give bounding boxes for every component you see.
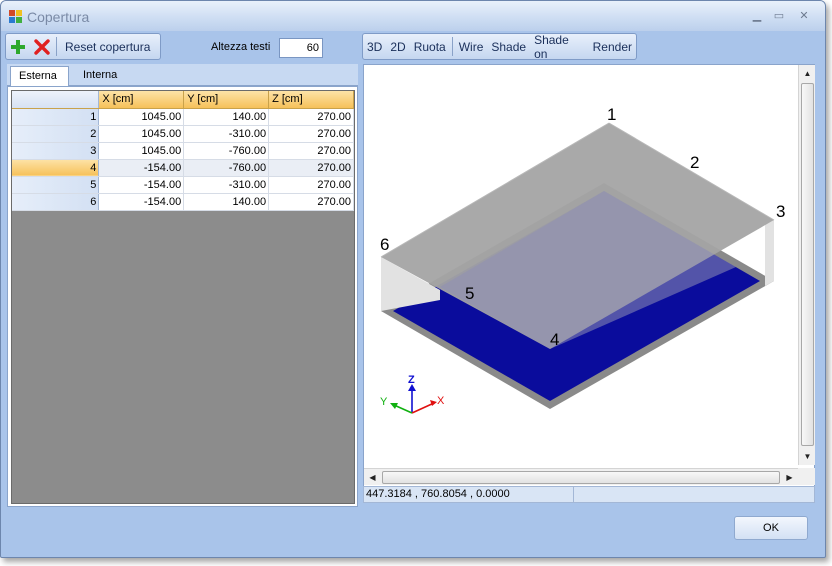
table-row[interactable]: 2 1045.00 -310.00 270.00 xyxy=(12,125,354,143)
tab-strip: Esterna Interna xyxy=(7,64,358,86)
shade-button[interactable]: Shade xyxy=(487,36,530,57)
horizontal-scroll-thumb[interactable] xyxy=(382,471,780,484)
scroll-left-arrow[interactable]: ◀ xyxy=(365,470,380,485)
toolbar-separator xyxy=(451,37,453,56)
scroll-down-arrow[interactable]: ▼ xyxy=(800,449,815,464)
table-row-selected[interactable]: 4 -154.00 -760.00 270.00 xyxy=(12,159,354,177)
cell-y[interactable]: 140.00 xyxy=(183,108,270,126)
cell-x[interactable]: 1045.00 xyxy=(98,142,185,160)
altezza-testi-label: Altezza testi xyxy=(211,41,271,53)
table-row[interactable]: 3 1045.00 -760.00 270.00 xyxy=(12,142,354,160)
toolbar-separator xyxy=(56,37,57,56)
coordinates-grid: X [cm] Y [cm] Z [cm] 1 1045.00 140.00 27… xyxy=(12,91,354,211)
3d-viewport[interactable]: 1 2 3 4 5 6 Z X Y xyxy=(363,64,815,500)
y-axis-label: Y xyxy=(380,396,388,408)
cell-z[interactable]: 270.00 xyxy=(268,176,354,194)
plus-icon xyxy=(11,39,25,54)
copertura-window: Copertura ▁ ▭ ✕ Reset copertura Altezza … xyxy=(0,0,826,558)
tab-interna[interactable]: Interna xyxy=(75,66,125,86)
window-title: Copertura xyxy=(27,9,90,25)
red-x-icon xyxy=(34,38,50,55)
scroll-up-arrow[interactable]: ▲ xyxy=(800,66,815,81)
scroll-corner xyxy=(798,468,815,485)
view-3d-button[interactable]: 3D xyxy=(363,36,386,57)
cell-y[interactable]: 140.00 xyxy=(183,193,270,211)
x-axis-label: X xyxy=(437,395,445,407)
maximize-button[interactable]: ▭ xyxy=(771,9,787,23)
vertex-label: 1 xyxy=(607,105,616,124)
grid-container: X [cm] Y [cm] Z [cm] 1 1045.00 140.00 27… xyxy=(7,86,358,507)
cursor-coordinates: 447.3184 , 760.8054 , 0.0000 xyxy=(364,487,574,502)
cell-x[interactable]: 1045.00 xyxy=(98,108,185,126)
row-header[interactable]: 4 xyxy=(12,159,100,177)
reset-copertura-button[interactable]: Reset copertura xyxy=(59,36,156,57)
cell-y[interactable]: -760.00 xyxy=(183,142,270,160)
client-area: Reset copertura Altezza testi 60 3D 2D R… xyxy=(2,31,824,556)
table-row[interactable]: 6 -154.00 140.00 270.00 xyxy=(12,193,354,211)
grid-background: X [cm] Y [cm] Z [cm] 1 1045.00 140.00 27… xyxy=(11,90,355,504)
view-2d-button[interactable]: 2D xyxy=(386,36,409,57)
status-empty-cell xyxy=(574,487,814,502)
cell-x[interactable]: -154.00 xyxy=(98,159,185,177)
delete-button[interactable] xyxy=(30,36,54,57)
title-bar: Copertura ▁ ▭ ✕ xyxy=(1,1,825,31)
close-button[interactable]: ✕ xyxy=(796,9,812,23)
tab-esterna[interactable]: Esterna xyxy=(10,66,69,86)
ruota-button[interactable]: Ruota xyxy=(410,36,450,57)
row-header[interactable]: 6 xyxy=(12,193,100,211)
status-bar: 447.3184 , 760.8054 , 0.0000 xyxy=(363,486,815,503)
vertex-label: 3 xyxy=(776,202,785,221)
axis-gizmo: Z X Y xyxy=(380,374,445,414)
cell-x[interactable]: -154.00 xyxy=(98,176,185,194)
vertical-scrollbar[interactable]: ▲ ▼ xyxy=(798,65,815,465)
3d-scene[interactable]: 1 2 3 4 5 6 Z X Y xyxy=(364,65,798,467)
vertex-label: 6 xyxy=(380,235,389,254)
table-row[interactable]: 5 -154.00 -310.00 270.00 xyxy=(12,176,354,194)
cell-z[interactable]: 270.00 xyxy=(268,142,354,160)
column-header-z[interactable]: Z [cm] xyxy=(268,91,354,109)
cell-y[interactable]: -310.00 xyxy=(183,176,270,194)
column-header-x[interactable]: X [cm] xyxy=(98,91,185,109)
vertex-label: 5 xyxy=(465,284,474,303)
grid-corner-header[interactable] xyxy=(12,91,100,109)
minimize-button[interactable]: ▁ xyxy=(749,9,765,23)
cell-x[interactable]: 1045.00 xyxy=(98,125,185,143)
vertex-label: 2 xyxy=(690,153,699,172)
app-icon xyxy=(9,10,22,23)
column-header-y[interactable]: Y [cm] xyxy=(183,91,270,109)
right-wall xyxy=(765,220,774,286)
add-button[interactable] xyxy=(6,36,30,57)
cell-z[interactable]: 270.00 xyxy=(268,108,354,126)
scroll-right-arrow[interactable]: ▶ xyxy=(782,470,797,485)
cell-z[interactable]: 270.00 xyxy=(268,159,354,177)
cell-y[interactable]: -310.00 xyxy=(183,125,270,143)
row-header[interactable]: 3 xyxy=(12,142,100,160)
render-button[interactable]: Render xyxy=(589,36,636,57)
wire-button[interactable]: Wire xyxy=(455,36,488,57)
left-toolbar: Reset copertura xyxy=(5,33,161,60)
view-toolbar: 3D 2D Ruota Wire Shade Shade on Render xyxy=(362,33,637,61)
x-axis-line xyxy=(411,402,435,414)
cell-x[interactable]: -154.00 xyxy=(98,193,185,211)
y-axis-line xyxy=(393,404,413,414)
vertical-scroll-thumb[interactable] xyxy=(801,83,814,446)
cell-y[interactable]: -760.00 xyxy=(183,159,270,177)
point-tabs: Esterna Interna X [cm] Y [cm] Z [cm] 1 1… xyxy=(7,64,358,507)
horizontal-scrollbar[interactable]: ◀ ▶ xyxy=(364,468,798,485)
row-header[interactable]: 2 xyxy=(12,125,100,143)
altezza-testi-input[interactable]: 60 xyxy=(279,38,323,58)
z-axis-label: Z xyxy=(408,374,415,386)
cell-z[interactable]: 270.00 xyxy=(268,193,354,211)
vertex-label: 4 xyxy=(550,330,559,349)
row-header[interactable]: 1 xyxy=(12,108,100,126)
shade-on-button[interactable]: Shade on xyxy=(530,33,589,61)
cell-z[interactable]: 270.00 xyxy=(268,125,354,143)
table-row[interactable]: 1 1045.00 140.00 270.00 xyxy=(12,108,354,126)
ok-button[interactable]: OK xyxy=(734,516,808,540)
row-header[interactable]: 5 xyxy=(12,176,100,194)
